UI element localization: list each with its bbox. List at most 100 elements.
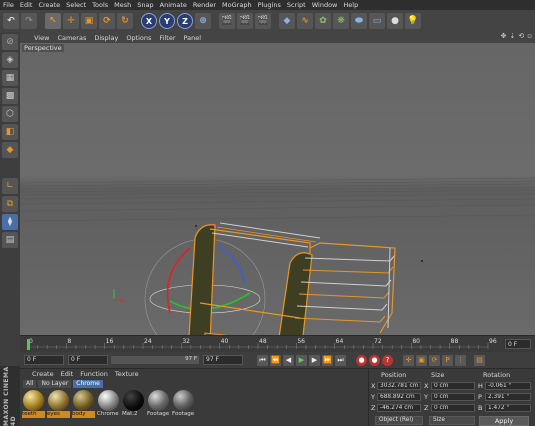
maximize-view-icon[interactable]: ▫: [527, 32, 532, 40]
rotation-h-field[interactable]: -0.061 °: [485, 382, 531, 390]
model-mode-icon[interactable]: ◈: [2, 52, 18, 68]
polygons-mode-icon[interactable]: ◆: [2, 142, 18, 158]
perspective-viewport[interactable]: Perspective: [20, 43, 535, 335]
undo-icon[interactable]: ↶: [3, 13, 19, 29]
live-selection-icon[interactable]: ↖: [45, 13, 61, 29]
render-picture-viewer-icon[interactable]: 🎬: [237, 13, 253, 29]
menu-tools[interactable]: Tools: [92, 1, 108, 9]
timeline-window-icon[interactable]: ▤: [474, 354, 485, 366]
viewport-menu-view[interactable]: View: [34, 34, 49, 42]
coordinate-mode-dropdown[interactable]: Object (Rel): [375, 416, 423, 425]
playhead-marker[interactable]: [27, 339, 30, 350]
redo-icon[interactable]: ↷: [21, 13, 37, 29]
tweak-mode-icon[interactable]: ⧉: [2, 196, 18, 212]
next-frame-icon[interactable]: ▶: [309, 354, 320, 366]
viewport-menu-options[interactable]: Options: [126, 34, 151, 42]
workplane-icon[interactable]: ▤: [2, 232, 18, 248]
rotate-tool-icon[interactable]: ⟳: [99, 13, 115, 29]
current-frame-field[interactable]: 0 F: [505, 339, 531, 349]
play-icon[interactable]: ▶: [296, 354, 307, 366]
menu-file[interactable]: File: [3, 1, 14, 9]
size-x-field[interactable]: 0 cm: [431, 382, 475, 390]
make-editable-icon[interactable]: ⊘: [2, 34, 18, 50]
record-keys-icon[interactable]: ●: [356, 354, 367, 366]
prev-key-icon[interactable]: ⏪: [270, 354, 281, 366]
floor-icon[interactable]: ▭: [369, 13, 385, 29]
texture-axis-icon[interactable]: ▩: [2, 88, 18, 104]
render-settings-icon[interactable]: 🎬: [255, 13, 271, 29]
apply-button[interactable]: Apply: [479, 416, 529, 426]
position-y-field[interactable]: 688.892 cm: [377, 393, 421, 401]
filter-tab-chrome[interactable]: Chrome: [73, 379, 103, 388]
render-view-icon[interactable]: 🎬: [219, 13, 235, 29]
move-tool-icon[interactable]: ✛: [63, 13, 79, 29]
material-swatch[interactable]: eyes: [47, 390, 70, 418]
autokey-icon[interactable]: ●: [369, 354, 380, 366]
material-swatch[interactable]: teeth: [22, 390, 45, 418]
menu-mesh[interactable]: Mesh: [114, 1, 131, 9]
size-mode-dropdown[interactable]: Size: [429, 416, 475, 425]
goto-end-icon[interactable]: ⏭: [335, 354, 346, 366]
material-swatch[interactable]: body: [72, 390, 95, 418]
menu-snap[interactable]: Snap: [137, 1, 153, 9]
x-axis-lock-icon[interactable]: X: [141, 13, 157, 29]
menu-select[interactable]: Select: [66, 1, 86, 9]
position-x-field[interactable]: 3032.781 cm: [377, 382, 421, 390]
scale-tool-icon[interactable]: ▣: [81, 13, 97, 29]
rotation-b-field[interactable]: 1.472 °: [485, 404, 531, 412]
rotate-view-icon[interactable]: ⟲: [518, 32, 524, 40]
viewport-menu-filter[interactable]: Filter: [159, 34, 175, 42]
next-key-icon[interactable]: ⏩: [322, 354, 333, 366]
menu-window[interactable]: Window: [312, 1, 338, 9]
menu-help[interactable]: Help: [343, 1, 358, 9]
menu-render[interactable]: Render: [193, 1, 216, 9]
material-swatch[interactable]: Chrome: [97, 390, 120, 418]
rotation-p-field[interactable]: 2.391 °: [485, 393, 531, 401]
material-menu-texture[interactable]: Texture: [115, 370, 139, 378]
key-pla-icon[interactable]: ⋮: [455, 354, 466, 366]
edges-mode-icon[interactable]: ◧: [2, 124, 18, 140]
size-z-field[interactable]: 0 cm: [431, 404, 475, 412]
key-position-icon[interactable]: ✛: [403, 354, 414, 366]
z-axis-lock-icon[interactable]: Z: [177, 13, 193, 29]
menu-create[interactable]: Create: [38, 1, 60, 9]
material-swatch[interactable]: Mat.2: [122, 390, 145, 418]
camera-icon[interactable]: ●: [387, 13, 403, 29]
zoom-icon[interactable]: ⇣: [510, 32, 516, 40]
viewport-menu-panel[interactable]: Panel: [184, 34, 202, 42]
material-swatch[interactable]: Footage: [172, 390, 195, 418]
preview-range-slider[interactable]: 97 F: [111, 356, 199, 364]
position-z-field[interactable]: -46.274 cm: [377, 404, 421, 412]
start-frame-field[interactable]: 0 F: [24, 355, 64, 365]
texture-mode-icon[interactable]: ▦: [2, 70, 18, 86]
recent-tool-icon[interactable]: ↻: [117, 13, 133, 29]
filter-tab-all[interactable]: All: [23, 379, 37, 388]
menu-plugins[interactable]: Plugins: [258, 1, 281, 9]
key-rotation-icon[interactable]: ⟳: [429, 354, 440, 366]
menu-animate[interactable]: Animate: [160, 1, 187, 9]
viewport-menu-display[interactable]: Display: [94, 34, 118, 42]
timeline[interactable]: 0 8 16 24 32 40 48 56 64 72 80 88 96 0 F: [20, 335, 535, 352]
points-mode-icon[interactable]: ⬡: [2, 106, 18, 122]
viewport-menu-cameras[interactable]: Cameras: [57, 34, 86, 42]
nurbs-icon[interactable]: ✿: [315, 13, 331, 29]
menu-edit[interactable]: Edit: [20, 1, 33, 9]
filter-tab-no-layer[interactable]: No Layer: [38, 379, 72, 388]
array-icon[interactable]: ❋: [333, 13, 349, 29]
keyframe-selection-icon[interactable]: ?: [382, 354, 393, 366]
end-frame-field[interactable]: 97 F: [203, 355, 243, 365]
prev-frame-icon[interactable]: ◀: [283, 354, 294, 366]
coordinate-system-icon[interactable]: ⊕: [195, 13, 211, 29]
preview-start-field[interactable]: 0 F: [68, 355, 108, 365]
snapping-icon[interactable]: ⧫: [2, 214, 18, 230]
y-axis-lock-icon[interactable]: Y: [159, 13, 175, 29]
material-menu-function[interactable]: Function: [80, 370, 108, 378]
menu-script[interactable]: Script: [287, 1, 306, 9]
cube-primitive-icon[interactable]: ◆: [279, 13, 295, 29]
material-menu-create[interactable]: Create: [32, 370, 54, 378]
goto-start-icon[interactable]: ⏮: [257, 354, 268, 366]
material-swatch[interactable]: Footage: [147, 390, 170, 418]
key-scale-icon[interactable]: ▣: [416, 354, 427, 366]
material-menu-edit[interactable]: Edit: [61, 370, 74, 378]
spline-icon[interactable]: ∿: [297, 13, 313, 29]
